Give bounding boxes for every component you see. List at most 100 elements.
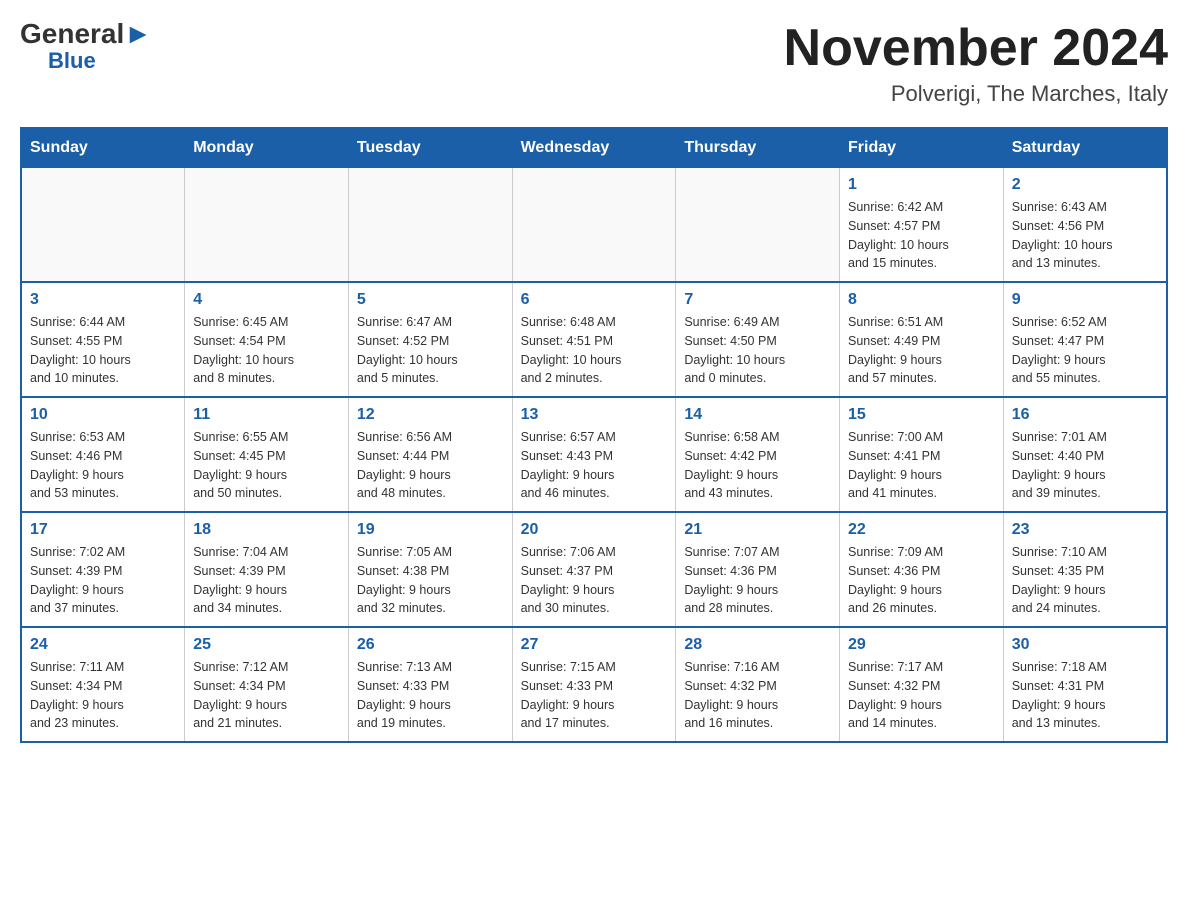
logo-blue-text: Blue	[48, 48, 96, 74]
day-info: Sunrise: 7:07 AM Sunset: 4:36 PM Dayligh…	[684, 543, 831, 618]
calendar-cell: 22 Sunrise: 7:09 AM Sunset: 4:36 PM Dayli…	[840, 512, 1004, 627]
day-number: 22	[848, 521, 995, 539]
day-number: 16	[1012, 406, 1158, 424]
day-info: Sunrise: 7:04 AM Sunset: 4:39 PM Dayligh…	[193, 543, 340, 618]
day-info: Sunrise: 6:51 AM Sunset: 4:49 PM Dayligh…	[848, 313, 995, 388]
calendar-cell: 28 Sunrise: 7:16 AM Sunset: 4:32 PM Dayli…	[676, 627, 840, 742]
calendar-cell: 24 Sunrise: 7:11 AM Sunset: 4:34 PM Dayli…	[21, 627, 185, 742]
day-number: 1	[848, 176, 995, 194]
calendar-cell: 9 Sunrise: 6:52 AM Sunset: 4:47 PM Daylig…	[1003, 282, 1167, 397]
calendar-cell: 8 Sunrise: 6:51 AM Sunset: 4:49 PM Daylig…	[840, 282, 1004, 397]
calendar-cell: 26 Sunrise: 7:13 AM Sunset: 4:33 PM Dayli…	[348, 627, 512, 742]
day-info: Sunrise: 7:10 AM Sunset: 4:35 PM Dayligh…	[1012, 543, 1158, 618]
day-of-week-header: Sunday	[21, 128, 185, 168]
day-number: 23	[1012, 521, 1158, 539]
calendar-cell: 13Sunrise: 6:57 AM Sunset: 4:43 PM Dayli…	[512, 397, 676, 512]
calendar-cell: 10 Sunrise: 6:53 AM Sunset: 4:46 PM Dayli…	[21, 397, 185, 512]
day-info: Sunrise: 6:42 AM Sunset: 4:57 PM Dayligh…	[848, 198, 995, 273]
day-info: Sunrise: 7:12 AM Sunset: 4:34 PM Dayligh…	[193, 658, 340, 733]
calendar-table: SundayMondayTuesdayWednesdayThursdayFrid…	[20, 127, 1168, 743]
calendar-cell: 12 Sunrise: 6:56 AM Sunset: 4:44 PM Dayli…	[348, 397, 512, 512]
day-info: Sunrise: 6:53 AM Sunset: 4:46 PM Dayligh…	[30, 428, 176, 503]
calendar-cell	[185, 168, 349, 283]
day-info: Sunrise: 6:52 AM Sunset: 4:47 PM Dayligh…	[1012, 313, 1158, 388]
calendar-cell: 14 Sunrise: 6:58 AM Sunset: 4:42 PM Dayli…	[676, 397, 840, 512]
day-number: 7	[684, 291, 831, 309]
location: Polverigi, The Marches, Italy	[784, 81, 1168, 107]
day-info: Sunrise: 6:44 AM Sunset: 4:55 PM Dayligh…	[30, 313, 176, 388]
calendar-header-row: SundayMondayTuesdayWednesdayThursdayFrid…	[21, 128, 1167, 168]
day-info: Sunrise: 6:49 AM Sunset: 4:50 PM Dayligh…	[684, 313, 831, 388]
day-info: Sunrise: 6:48 AM Sunset: 4:51 PM Dayligh…	[521, 313, 668, 388]
calendar-cell: 6Sunrise: 6:48 AM Sunset: 4:51 PM Daylig…	[512, 282, 676, 397]
day-number: 29	[848, 636, 995, 654]
calendar-cell: 5 Sunrise: 6:47 AM Sunset: 4:52 PM Daylig…	[348, 282, 512, 397]
day-of-week-header: Friday	[840, 128, 1004, 168]
logo-general-text: General►	[20, 20, 152, 48]
calendar-cell: 25 Sunrise: 7:12 AM Sunset: 4:34 PM Dayli…	[185, 627, 349, 742]
day-info: Sunrise: 7:15 AM Sunset: 4:33 PM Dayligh…	[521, 658, 668, 733]
day-info: Sunrise: 7:00 AM Sunset: 4:41 PM Dayligh…	[848, 428, 995, 503]
calendar-cell: 17 Sunrise: 7:02 AM Sunset: 4:39 PM Dayli…	[21, 512, 185, 627]
day-info: Sunrise: 7:02 AM Sunset: 4:39 PM Dayligh…	[30, 543, 176, 618]
day-number: 24	[30, 636, 176, 654]
calendar-week-row: 1 Sunrise: 6:42 AM Sunset: 4:57 PM Daylig…	[21, 168, 1167, 283]
day-number: 26	[357, 636, 504, 654]
day-number: 19	[357, 521, 504, 539]
day-number: 8	[848, 291, 995, 309]
calendar-cell: 21Sunrise: 7:07 AM Sunset: 4:36 PM Dayli…	[676, 512, 840, 627]
day-info: Sunrise: 7:06 AM Sunset: 4:37 PM Dayligh…	[521, 543, 668, 618]
day-info: Sunrise: 7:11 AM Sunset: 4:34 PM Dayligh…	[30, 658, 176, 733]
day-info: Sunrise: 6:47 AM Sunset: 4:52 PM Dayligh…	[357, 313, 504, 388]
day-info: Sunrise: 7:18 AM Sunset: 4:31 PM Dayligh…	[1012, 658, 1158, 733]
day-number: 9	[1012, 291, 1158, 309]
calendar-cell	[676, 168, 840, 283]
logo: General► Blue	[20, 20, 152, 74]
calendar-cell: 3 Sunrise: 6:44 AM Sunset: 4:55 PM Daylig…	[21, 282, 185, 397]
day-info: Sunrise: 7:09 AM Sunset: 4:36 PM Dayligh…	[848, 543, 995, 618]
day-number: 27	[521, 636, 668, 654]
calendar-cell: 30Sunrise: 7:18 AM Sunset: 4:31 PM Dayli…	[1003, 627, 1167, 742]
calendar-cell: 1 Sunrise: 6:42 AM Sunset: 4:57 PM Daylig…	[840, 168, 1004, 283]
day-info: Sunrise: 7:16 AM Sunset: 4:32 PM Dayligh…	[684, 658, 831, 733]
day-info: Sunrise: 6:56 AM Sunset: 4:44 PM Dayligh…	[357, 428, 504, 503]
day-number: 14	[684, 406, 831, 424]
day-number: 20	[521, 521, 668, 539]
calendar-cell	[348, 168, 512, 283]
calendar-cell: 20 Sunrise: 7:06 AM Sunset: 4:37 PM Dayli…	[512, 512, 676, 627]
calendar-cell: 19 Sunrise: 7:05 AM Sunset: 4:38 PM Dayli…	[348, 512, 512, 627]
day-number: 13	[521, 406, 668, 424]
day-of-week-header: Wednesday	[512, 128, 676, 168]
day-number: 3	[30, 291, 176, 309]
calendar-cell: 23 Sunrise: 7:10 AM Sunset: 4:35 PM Dayli…	[1003, 512, 1167, 627]
day-of-week-header: Monday	[185, 128, 349, 168]
day-info: Sunrise: 7:13 AM Sunset: 4:33 PM Dayligh…	[357, 658, 504, 733]
calendar-cell: 29 Sunrise: 7:17 AM Sunset: 4:32 PM Dayli…	[840, 627, 1004, 742]
day-number: 5	[357, 291, 504, 309]
calendar-cell	[21, 168, 185, 283]
calendar-cell: 15Sunrise: 7:00 AM Sunset: 4:41 PM Dayli…	[840, 397, 1004, 512]
day-number: 10	[30, 406, 176, 424]
day-number: 4	[193, 291, 340, 309]
calendar-week-row: 24 Sunrise: 7:11 AM Sunset: 4:34 PM Dayli…	[21, 627, 1167, 742]
calendar-week-row: 3 Sunrise: 6:44 AM Sunset: 4:55 PM Daylig…	[21, 282, 1167, 397]
day-number: 11	[193, 406, 340, 424]
day-number: 18	[193, 521, 340, 539]
day-info: Sunrise: 7:17 AM Sunset: 4:32 PM Dayligh…	[848, 658, 995, 733]
day-info: Sunrise: 7:05 AM Sunset: 4:38 PM Dayligh…	[357, 543, 504, 618]
calendar-cell: 11Sunrise: 6:55 AM Sunset: 4:45 PM Dayli…	[185, 397, 349, 512]
day-info: Sunrise: 6:43 AM Sunset: 4:56 PM Dayligh…	[1012, 198, 1158, 273]
day-number: 25	[193, 636, 340, 654]
day-info: Sunrise: 6:45 AM Sunset: 4:54 PM Dayligh…	[193, 313, 340, 388]
day-number: 12	[357, 406, 504, 424]
page-header: General► Blue November 2024 Polverigi, T…	[20, 20, 1168, 107]
day-number: 2	[1012, 176, 1158, 194]
month-title: November 2024	[784, 20, 1168, 77]
day-of-week-header: Tuesday	[348, 128, 512, 168]
day-info: Sunrise: 6:58 AM Sunset: 4:42 PM Dayligh…	[684, 428, 831, 503]
logo-blue-accent: ►	[124, 18, 152, 49]
calendar-cell: 27 Sunrise: 7:15 AM Sunset: 4:33 PM Dayli…	[512, 627, 676, 742]
day-number: 17	[30, 521, 176, 539]
day-number: 28	[684, 636, 831, 654]
title-section: November 2024 Polverigi, The Marches, It…	[784, 20, 1168, 107]
